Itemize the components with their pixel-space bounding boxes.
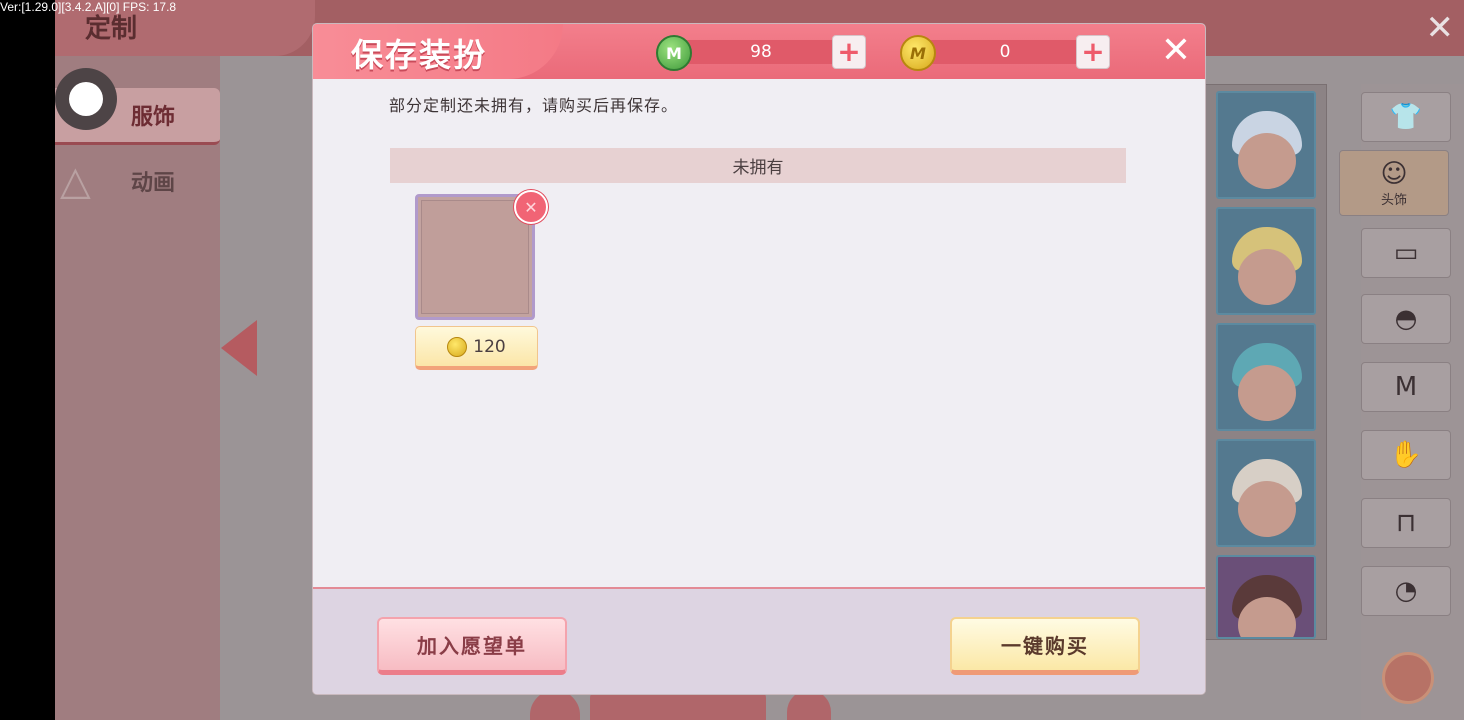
- gem-value: 98: [750, 42, 772, 62]
- tab-costume-label: 服饰: [131, 105, 176, 130]
- category-shoes-icon[interactable]: ◔: [1361, 566, 1451, 616]
- add-coins-button[interactable]: +: [1076, 35, 1110, 69]
- headwear-item[interactable]: [1216, 91, 1316, 199]
- head-icon: ☺: [1380, 158, 1408, 189]
- item-price: 120: [473, 336, 506, 357]
- category-gloves-icon[interactable]: ✋: [1361, 430, 1451, 480]
- dialog-header: 保存装扮 M 98 + M 0 + ✕: [313, 24, 1205, 79]
- category-face-icon[interactable]: ▭: [1361, 228, 1451, 278]
- item-price-button[interactable]: 120: [415, 326, 538, 370]
- headwear-grid: [1205, 84, 1327, 640]
- trash-icon[interactable]: [1382, 652, 1434, 704]
- unowned-notice: 部分定制还未拥有，请购买后再保存。: [389, 96, 679, 115]
- dialog-close-icon[interactable]: ✕: [1157, 32, 1195, 70]
- category-shirt-icon[interactable]: 👕: [1361, 92, 1451, 142]
- dialog-title: 保存装扮: [351, 36, 488, 74]
- headwear-item[interactable]: [1216, 323, 1316, 431]
- coin-icon: [447, 336, 468, 357]
- unowned-item-card[interactable]: ✕: [415, 190, 548, 324]
- coin-icon: M: [900, 35, 936, 71]
- headwear-item[interactable]: [1216, 207, 1316, 315]
- game-screen: 定制 ✕ 服饰 △ 动画 👕 ☺ 头饰 ▭ ◓ M ✋ ⊓ ◔ 保存装扮 M 9…: [55, 0, 1464, 720]
- category-headwear[interactable]: ☺ 头饰: [1339, 150, 1449, 216]
- coin-value: 0: [999, 42, 1011, 62]
- category-headwear-label: 头饰: [1380, 192, 1407, 208]
- debug-fps-overlay: Ver:[1.29.0][3.4.2.A][0] FPS: 17.8: [0, 0, 177, 14]
- category-mask-icon[interactable]: ◓: [1361, 294, 1451, 344]
- buy-all-button[interactable]: 一键购买: [950, 617, 1140, 675]
- tab-animation-label: 动画: [131, 171, 176, 196]
- headwear-item[interactable]: [1216, 439, 1316, 547]
- dialog-body: 部分定制还未拥有，请购买后再保存。 未拥有 ✕ 120: [313, 79, 1205, 587]
- category-tshirt-icon[interactable]: M: [1361, 362, 1451, 412]
- headwear-item[interactable]: [1216, 555, 1316, 639]
- floating-assistive-button[interactable]: [55, 68, 117, 130]
- screen-close-icon[interactable]: ✕: [1426, 8, 1455, 48]
- category-menu: 👕 ☺ 头饰 ▭ ◓ M ✋ ⊓ ◔: [1339, 84, 1464, 720]
- remove-item-icon[interactable]: ✕: [514, 190, 548, 224]
- previous-arrow-icon[interactable]: [221, 320, 257, 376]
- category-pants-icon[interactable]: ⊓: [1361, 498, 1451, 548]
- add-to-wishlist-button[interactable]: 加入愿望单: [377, 617, 567, 675]
- add-gems-button[interactable]: +: [832, 35, 866, 69]
- tab-animation[interactable]: 动画: [55, 154, 220, 208]
- gem-icon: M: [656, 35, 692, 71]
- dialog-footer: 加入愿望单 一键购买: [313, 587, 1205, 694]
- save-outfit-dialog: 保存装扮 M 98 + M 0 + ✕ 部分定制还未拥有，请购买后再保存。 未拥…: [313, 24, 1205, 694]
- section-header-unowned: 未拥有: [390, 148, 1126, 183]
